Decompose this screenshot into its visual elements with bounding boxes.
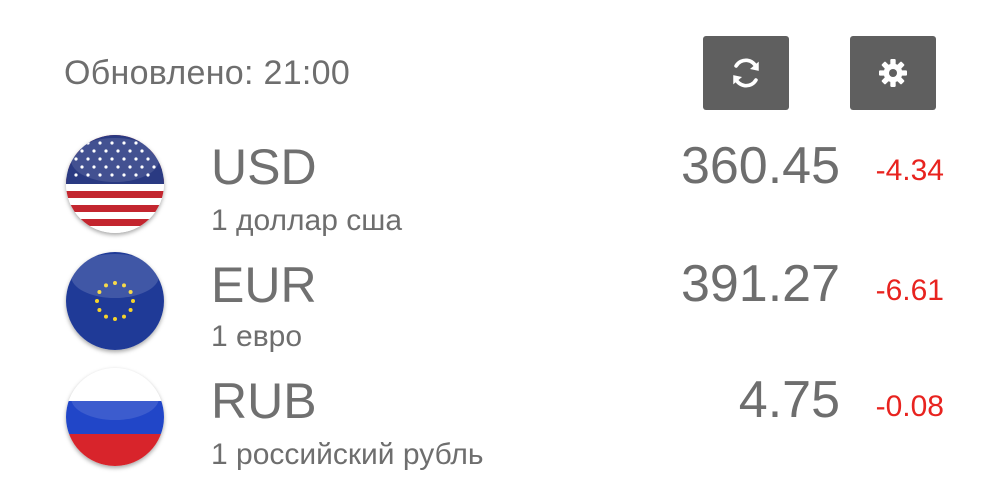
ru-flag-icon: [66, 368, 164, 466]
currency-row-eur[interactable]: EUR 1 евро 391.27 -6.61: [0, 250, 1008, 368]
currency-description: 1 российский рубль: [211, 438, 484, 471]
refresh-icon: [729, 56, 763, 90]
currency-code: USD: [211, 139, 317, 195]
currency-description: 1 доллар сша: [211, 204, 403, 237]
currency-change: -0.08: [875, 390, 944, 423]
currency-change: -6.61: [875, 274, 944, 307]
gear-icon: [877, 57, 909, 89]
currency-rate: 360.45: [680, 137, 840, 195]
currency-row-rub[interactable]: RUB 1 российский рубль 4.75 -0.08: [0, 368, 1008, 486]
eu-flag-icon: [66, 252, 164, 350]
currency-rate: 4.75: [738, 371, 840, 429]
currency-code: EUR: [211, 257, 317, 313]
currency-code: RUB: [211, 373, 317, 429]
us-flag-icon: [66, 135, 164, 233]
currency-rate: 391.27: [680, 255, 840, 313]
settings-button[interactable]: [850, 36, 936, 110]
currency-change: -4.34: [875, 154, 944, 187]
updated-label: Обновлено: 21:00: [64, 54, 351, 92]
currency-description: 1 евро: [211, 320, 303, 353]
refresh-button[interactable]: [703, 36, 789, 110]
currency-row-usd[interactable]: USD 1 доллар сша 360.45 -4.34: [0, 130, 1008, 248]
